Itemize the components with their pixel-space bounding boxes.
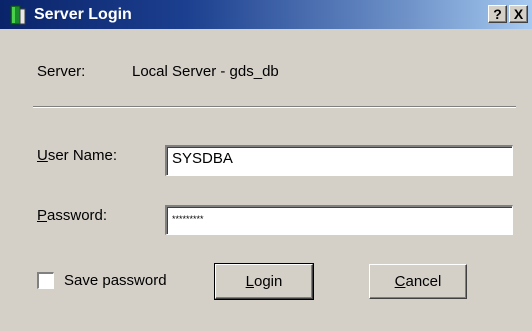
title-bar[interactable]: Server Login ? X	[0, 0, 532, 29]
separator	[33, 106, 516, 108]
server-label: Server:	[37, 63, 86, 80]
cancel-label: ancel	[405, 273, 442, 290]
username-label-text: ser Name:	[47, 147, 118, 164]
help-button[interactable]: ?	[488, 5, 507, 23]
login-label: ogin	[253, 273, 283, 290]
login-button[interactable]: Login	[214, 263, 314, 300]
save-password-label[interactable]: Save password	[64, 272, 167, 290]
username-mnemonic: U	[37, 147, 48, 164]
save-password-checkbox[interactable]	[37, 272, 54, 289]
username-label: User Name:	[37, 147, 117, 165]
username-input[interactable]: SYSDBA	[165, 145, 513, 176]
server-login-dialog: Server Login ? X Server: Local Server - …	[0, 0, 532, 331]
server-value: Local Server - gds_db	[132, 63, 279, 80]
cancel-button[interactable]: Cancel	[369, 264, 467, 299]
password-mnemonic: P	[37, 207, 48, 224]
cancel-mnemonic: C	[394, 273, 406, 290]
password-label-text: assword:	[47, 207, 108, 224]
close-button[interactable]: X	[509, 5, 528, 23]
window-title: Server Login	[34, 6, 132, 23]
password-label: Password:	[37, 207, 107, 225]
login-mnemonic: L	[245, 273, 254, 290]
database-app-icon	[10, 5, 26, 25]
password-input[interactable]: *********	[165, 205, 513, 235]
